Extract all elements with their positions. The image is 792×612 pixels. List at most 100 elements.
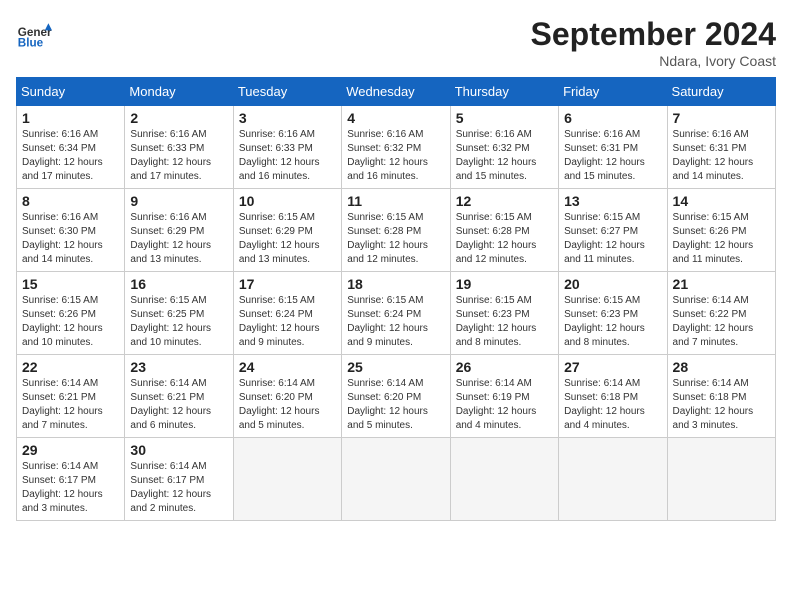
day-number: 24	[239, 359, 336, 375]
calendar-cell	[667, 438, 775, 521]
calendar-cell: 4 Sunrise: 6:16 AM Sunset: 6:32 PM Daylig…	[342, 106, 450, 189]
day-info: Sunrise: 6:16 AM Sunset: 6:32 PM Dayligh…	[347, 128, 444, 184]
day-number: 30	[130, 442, 227, 458]
calendar-cell: 12 Sunrise: 6:15 AM Sunset: 6:28 PM Dayli…	[450, 189, 558, 272]
page-header: General Blue September 2024 Ndara, Ivory…	[16, 16, 776, 69]
col-header-thursday: Thursday	[450, 78, 558, 106]
calendar-cell: 16Sunrise: 6:15 AM Sunset: 6:25 PM Dayli…	[125, 272, 233, 355]
location-title: Ndara, Ivory Coast	[531, 53, 776, 69]
day-number: 18	[347, 276, 444, 292]
day-info: Sunrise: 6:15 AM Sunset: 6:23 PM Dayligh…	[564, 294, 661, 350]
day-number: 15	[22, 276, 119, 292]
day-number: 9	[130, 193, 227, 209]
day-number: 7	[673, 110, 770, 126]
day-info: Sunrise: 6:14 AM Sunset: 6:22 PM Dayligh…	[673, 294, 770, 350]
day-info: Sunrise: 6:15 AM Sunset: 6:29 PM Dayligh…	[239, 211, 336, 267]
day-number: 27	[564, 359, 661, 375]
day-info: Sunrise: 6:14 AM Sunset: 6:20 PM Dayligh…	[239, 377, 336, 433]
calendar-cell: 28 Sunrise: 6:14 AM Sunset: 6:18 PM Dayli…	[667, 355, 775, 438]
col-header-wednesday: Wednesday	[342, 78, 450, 106]
day-number: 17	[239, 276, 336, 292]
calendar-cell: 2Sunrise: 6:16 AM Sunset: 6:33 PM Daylig…	[125, 106, 233, 189]
col-header-monday: Monday	[125, 78, 233, 106]
day-info: Sunrise: 6:15 AM Sunset: 6:28 PM Dayligh…	[456, 211, 553, 267]
calendar-cell: 1Sunrise: 6:16 AM Sunset: 6:34 PM Daylig…	[17, 106, 125, 189]
calendar-cell: 10 Sunrise: 6:15 AM Sunset: 6:29 PM Dayli…	[233, 189, 341, 272]
day-info: Sunrise: 6:15 AM Sunset: 6:26 PM Dayligh…	[673, 211, 770, 267]
calendar-cell: 27 Sunrise: 6:14 AM Sunset: 6:18 PM Dayli…	[559, 355, 667, 438]
col-header-tuesday: Tuesday	[233, 78, 341, 106]
day-info: Sunrise: 6:15 AM Sunset: 6:24 PM Dayligh…	[347, 294, 444, 350]
day-info: Sunrise: 6:15 AM Sunset: 6:23 PM Dayligh…	[456, 294, 553, 350]
calendar-cell: 21Sunrise: 6:14 AM Sunset: 6:22 PM Dayli…	[667, 272, 775, 355]
day-info: Sunrise: 6:16 AM Sunset: 6:33 PM Dayligh…	[130, 128, 227, 184]
col-header-friday: Friday	[559, 78, 667, 106]
logo-icon: General Blue	[16, 16, 52, 52]
day-number: 5	[456, 110, 553, 126]
col-header-sunday: Sunday	[17, 78, 125, 106]
calendar-cell: 14 Sunrise: 6:15 AM Sunset: 6:26 PM Dayli…	[667, 189, 775, 272]
logo: General Blue	[16, 16, 56, 52]
day-number: 8	[22, 193, 119, 209]
calendar-cell: 3 Sunrise: 6:16 AM Sunset: 6:33 PM Daylig…	[233, 106, 341, 189]
day-number: 4	[347, 110, 444, 126]
day-number: 28	[673, 359, 770, 375]
day-info: Sunrise: 6:14 AM Sunset: 6:21 PM Dayligh…	[22, 377, 119, 433]
calendar-week-1: 1Sunrise: 6:16 AM Sunset: 6:34 PM Daylig…	[17, 106, 776, 189]
day-info: Sunrise: 6:16 AM Sunset: 6:29 PM Dayligh…	[130, 211, 227, 267]
day-info: Sunrise: 6:14 AM Sunset: 6:19 PM Dayligh…	[456, 377, 553, 433]
col-header-saturday: Saturday	[667, 78, 775, 106]
day-info: Sunrise: 6:14 AM Sunset: 6:17 PM Dayligh…	[22, 460, 119, 516]
calendar-cell: 15 Sunrise: 6:15 AM Sunset: 6:26 PM Dayli…	[17, 272, 125, 355]
day-number: 1	[22, 110, 119, 126]
day-number: 26	[456, 359, 553, 375]
day-info: Sunrise: 6:14 AM Sunset: 6:21 PM Dayligh…	[130, 377, 227, 433]
day-info: Sunrise: 6:15 AM Sunset: 6:27 PM Dayligh…	[564, 211, 661, 267]
calendar-cell: 29 Sunrise: 6:14 AM Sunset: 6:17 PM Dayli…	[17, 438, 125, 521]
day-number: 29	[22, 442, 119, 458]
calendar-cell	[342, 438, 450, 521]
day-number: 10	[239, 193, 336, 209]
day-number: 3	[239, 110, 336, 126]
calendar-cell: 17 Sunrise: 6:15 AM Sunset: 6:24 PM Dayli…	[233, 272, 341, 355]
calendar-cell: 6Sunrise: 6:16 AM Sunset: 6:31 PM Daylig…	[559, 106, 667, 189]
calendar-table: SundayMondayTuesdayWednesdayThursdayFrid…	[16, 77, 776, 521]
calendar-week-3: 15 Sunrise: 6:15 AM Sunset: 6:26 PM Dayli…	[17, 272, 776, 355]
day-info: Sunrise: 6:15 AM Sunset: 6:28 PM Dayligh…	[347, 211, 444, 267]
day-number: 13	[564, 193, 661, 209]
calendar-cell: 11 Sunrise: 6:15 AM Sunset: 6:28 PM Dayli…	[342, 189, 450, 272]
day-info: Sunrise: 6:16 AM Sunset: 6:31 PM Dayligh…	[673, 128, 770, 184]
calendar-cell: 18 Sunrise: 6:15 AM Sunset: 6:24 PM Dayli…	[342, 272, 450, 355]
calendar-cell	[559, 438, 667, 521]
day-info: Sunrise: 6:15 AM Sunset: 6:24 PM Dayligh…	[239, 294, 336, 350]
calendar-cell: 26 Sunrise: 6:14 AM Sunset: 6:19 PM Dayli…	[450, 355, 558, 438]
day-info: Sunrise: 6:14 AM Sunset: 6:17 PM Dayligh…	[130, 460, 227, 516]
svg-text:Blue: Blue	[18, 37, 44, 50]
calendar-week-4: 22 Sunrise: 6:14 AM Sunset: 6:21 PM Dayli…	[17, 355, 776, 438]
calendar-cell: 8 Sunrise: 6:16 AM Sunset: 6:30 PM Daylig…	[17, 189, 125, 272]
calendar-cell: 24 Sunrise: 6:14 AM Sunset: 6:20 PM Dayli…	[233, 355, 341, 438]
calendar-cell: 30 Sunrise: 6:14 AM Sunset: 6:17 PM Dayli…	[125, 438, 233, 521]
calendar-cell: 22 Sunrise: 6:14 AM Sunset: 6:21 PM Dayli…	[17, 355, 125, 438]
day-number: 23	[130, 359, 227, 375]
day-info: Sunrise: 6:16 AM Sunset: 6:32 PM Dayligh…	[456, 128, 553, 184]
day-info: Sunrise: 6:16 AM Sunset: 6:30 PM Dayligh…	[22, 211, 119, 267]
calendar-cell: 13 Sunrise: 6:15 AM Sunset: 6:27 PM Dayli…	[559, 189, 667, 272]
day-number: 14	[673, 193, 770, 209]
calendar-cell: 23 Sunrise: 6:14 AM Sunset: 6:21 PM Dayli…	[125, 355, 233, 438]
day-number: 22	[22, 359, 119, 375]
month-title: September 2024	[531, 16, 776, 53]
day-info: Sunrise: 6:14 AM Sunset: 6:18 PM Dayligh…	[673, 377, 770, 433]
calendar-cell: 19Sunrise: 6:15 AM Sunset: 6:23 PM Dayli…	[450, 272, 558, 355]
day-info: Sunrise: 6:15 AM Sunset: 6:25 PM Dayligh…	[130, 294, 227, 350]
day-number: 12	[456, 193, 553, 209]
day-number: 20	[564, 276, 661, 292]
calendar-week-2: 8 Sunrise: 6:16 AM Sunset: 6:30 PM Daylig…	[17, 189, 776, 272]
day-info: Sunrise: 6:14 AM Sunset: 6:18 PM Dayligh…	[564, 377, 661, 433]
calendar-week-5: 29 Sunrise: 6:14 AM Sunset: 6:17 PM Dayli…	[17, 438, 776, 521]
day-number: 11	[347, 193, 444, 209]
calendar-cell: 9 Sunrise: 6:16 AM Sunset: 6:29 PM Daylig…	[125, 189, 233, 272]
day-info: Sunrise: 6:16 AM Sunset: 6:33 PM Dayligh…	[239, 128, 336, 184]
day-number: 6	[564, 110, 661, 126]
day-info: Sunrise: 6:15 AM Sunset: 6:26 PM Dayligh…	[22, 294, 119, 350]
